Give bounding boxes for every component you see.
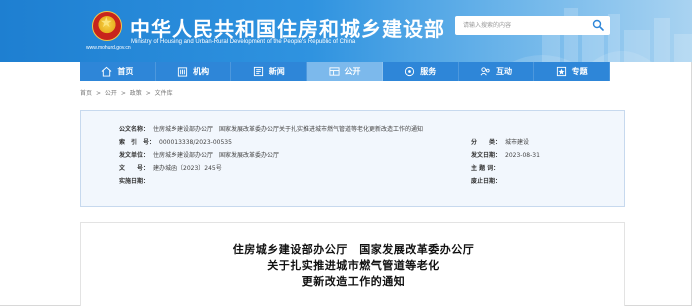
topic-icon <box>556 66 566 77</box>
article-title-line-2: 关于扎实推进城市燃气管道等老化 <box>267 259 440 272</box>
nav-label: 专题 <box>571 67 588 76</box>
info-row-impl: 实施日期： <box>119 176 153 185</box>
nav-item-topic[interactable]: 专题 <box>534 62 611 81</box>
nav-label: 服务 <box>420 67 437 76</box>
breadcrumb-sep: > <box>120 90 126 97</box>
main-nav: 首页 机构 新闻 公开 服务 互动 专题 <box>80 62 611 81</box>
nav-item-news[interactable]: 新闻 <box>231 62 308 81</box>
site-url: www.mohurd.gov.cn <box>86 45 131 51</box>
info-label: 废止日期： <box>471 178 502 185</box>
breadcrumb-library[interactable]: 文件库 <box>155 90 173 97</box>
page-frame: 中华人民共和国住房和城乡建设部 Ministry of Housing and … <box>0 0 692 306</box>
info-label: 发文单位： <box>119 152 150 159</box>
info-value: 住房城乡建设部办公厅 国家发展改革委办公厅关于扎实推进城市燃气管道等老化更新改造… <box>153 126 424 133</box>
search-box <box>455 16 610 35</box>
info-label: 发文日期： <box>471 152 502 159</box>
info-row-category: 分 类： 城市建设 <box>471 137 529 146</box>
nav-label: 互动 <box>495 67 512 76</box>
info-label: 公文名称： <box>119 126 150 133</box>
article-body: 住房城乡建设部办公厅 国家发展改革委办公厅 关于扎实推进城市燃气管道等老化 更新… <box>80 222 625 306</box>
info-value: 城市建设 <box>505 139 530 146</box>
building-icon <box>177 67 188 77</box>
breadcrumb-home[interactable]: 首页 <box>80 90 92 97</box>
breadcrumb-sep: > <box>95 90 101 97</box>
nav-label: 公开 <box>344 67 361 76</box>
search-icon[interactable] <box>592 19 604 31</box>
breadcrumb-open[interactable]: 公开 <box>105 90 117 97</box>
info-label: 分 类： <box>471 139 502 146</box>
article-title-line-1: 住房城乡建设部办公厅 国家发展改革委办公厅 <box>232 243 475 256</box>
info-value: 住房城乡建设部办公厅 国家发展改革委办公厅 <box>153 152 280 159</box>
breadcrumb: 首页 > 公开 > 政策 > 文件库 <box>80 88 175 97</box>
nav-label: 新闻 <box>268 67 285 76</box>
nav-item-service[interactable]: 服务 <box>383 62 459 81</box>
info-value: 建办城函〔2023〕245号 <box>153 165 222 172</box>
info-row-title: 公文名称： 住房城乡建设部办公厅 国家发展改革委办公厅关于扎实推进城市燃气管道等老… <box>119 124 423 133</box>
home-icon <box>101 66 112 77</box>
info-row-expire: 废止日期： <box>471 176 505 185</box>
service-icon <box>405 66 415 77</box>
news-icon <box>253 66 263 77</box>
breadcrumb-sep: > <box>145 90 151 97</box>
info-label: 文 号： <box>119 165 150 172</box>
search-input[interactable] <box>463 19 588 32</box>
info-value: 000013338/2023-00535 <box>159 139 232 146</box>
info-label: 主 题 词： <box>471 165 500 172</box>
info-row-topic: 主 题 词： <box>471 163 503 172</box>
nav-item-interact[interactable]: 互动 <box>459 62 535 81</box>
site-subtitle: Ministry of Housing and Urban-Rural Deve… <box>131 39 356 45</box>
info-row-dept: 发文单位： 住房城乡建设部办公厅 国家发展改革委办公厅 <box>119 150 279 159</box>
info-label: 索 引 号： <box>119 139 156 146</box>
national-emblem-icon[interactable] <box>92 11 122 41</box>
info-row-date: 发文日期： 2023-08-31 <box>471 150 540 159</box>
info-row-index: 索 引 号： 000013338/2023-00535 <box>119 137 232 146</box>
info-row-docno: 文 号： 建办城函〔2023〕245号 <box>119 163 222 172</box>
nav-item-home[interactable]: 首页 <box>80 62 156 81</box>
info-value: 2023-08-31 <box>505 152 540 159</box>
nav-label: 机构 <box>193 67 210 76</box>
open-icon <box>328 67 340 76</box>
nav-item-org[interactable]: 机构 <box>156 62 232 81</box>
info-label: 实施日期： <box>119 178 150 185</box>
article-title-line-3: 更新改造工作的通知 <box>301 275 406 288</box>
interact-icon <box>480 67 490 76</box>
nav-item-open[interactable]: 公开 <box>307 62 383 81</box>
site-header: 中华人民共和国住房和城乡建设部 Ministry of Housing and … <box>0 0 692 62</box>
document-info-panel: 公文名称： 住房城乡建设部办公厅 国家发展改革委办公厅关于扎实推进城市燃气管道等老… <box>80 110 625 207</box>
nav-label: 首页 <box>117 67 134 76</box>
breadcrumb-policy[interactable]: 政策 <box>130 90 142 97</box>
site-title[interactable]: 中华人民共和国住房和城乡建设部 <box>130 13 445 42</box>
